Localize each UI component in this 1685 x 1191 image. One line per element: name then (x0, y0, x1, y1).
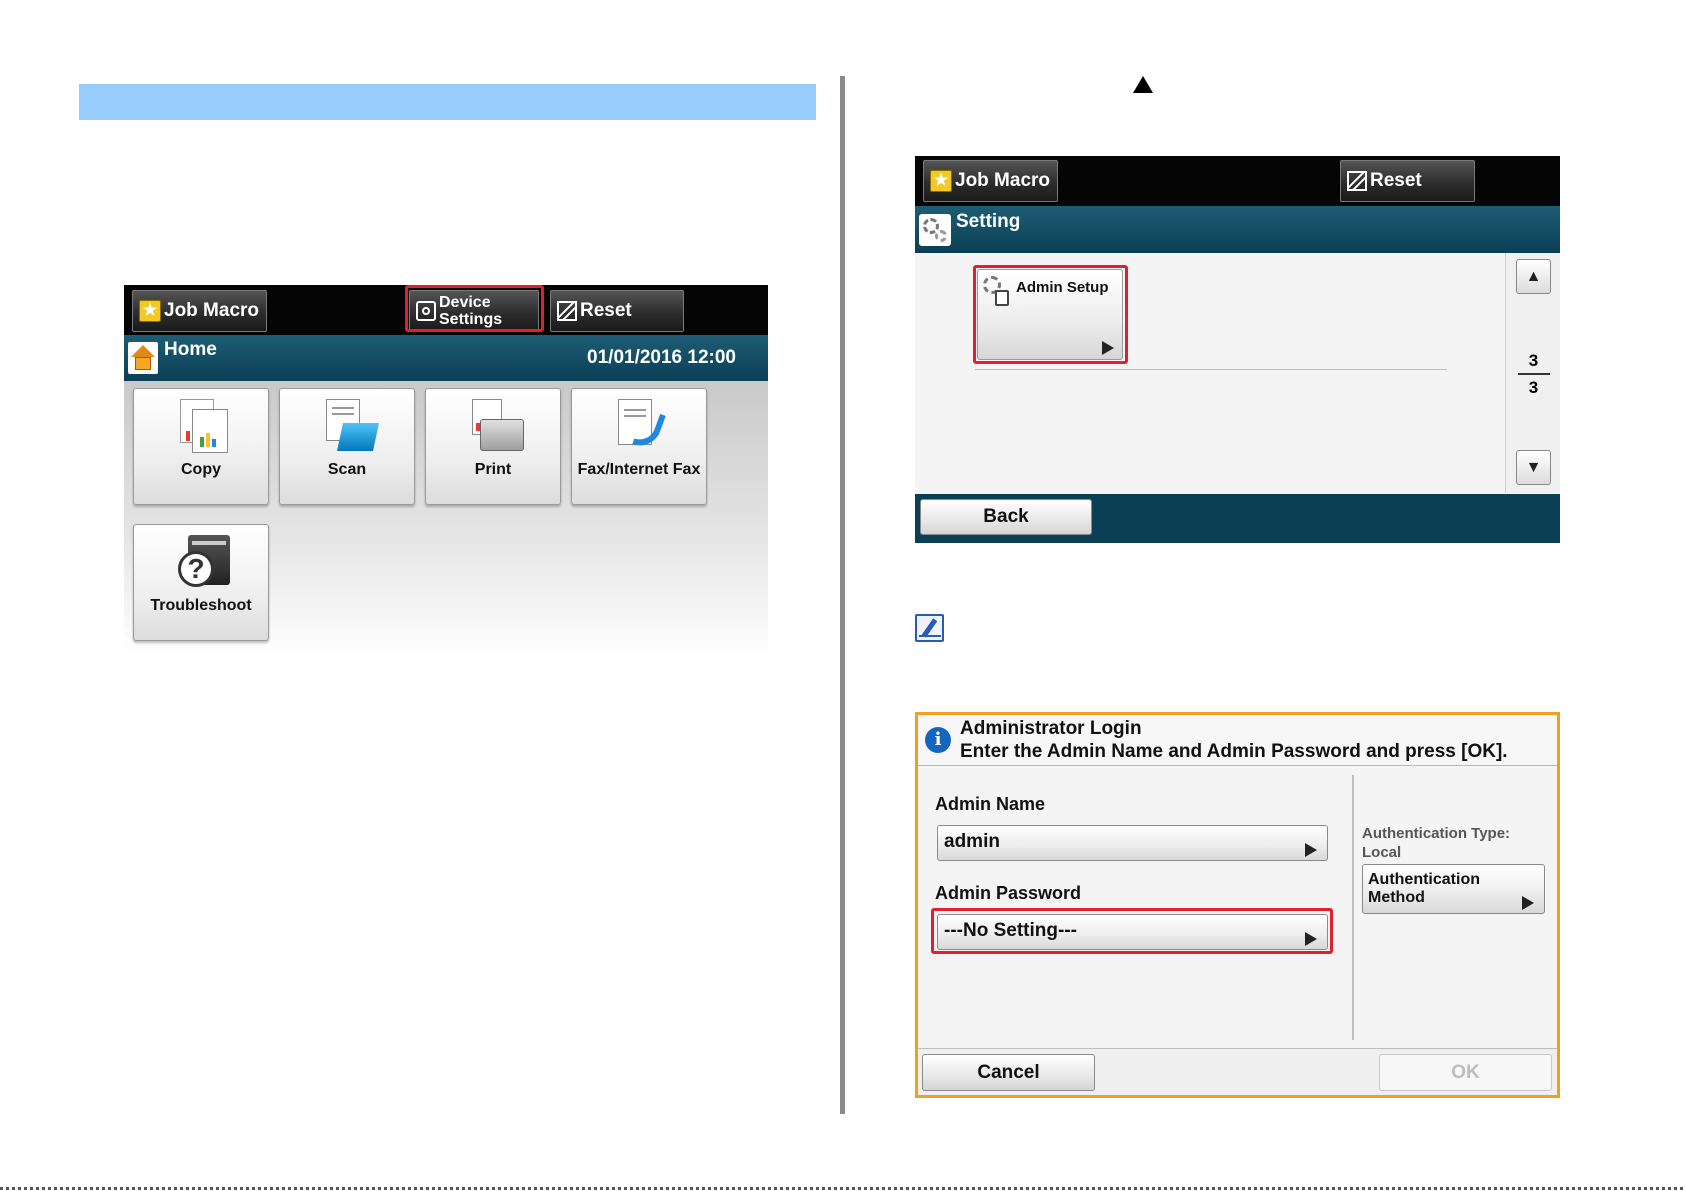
up-triangle-icon (1133, 76, 1153, 93)
setting-top-bar: ★ Job Macro Reset (915, 156, 1560, 206)
ok-label: OK (1451, 1061, 1480, 1083)
cancel-label: Cancel (977, 1061, 1040, 1083)
auth-type-label: Authentication Type: (1362, 825, 1511, 842)
reset-icon (1347, 171, 1367, 191)
dialog-message: Enter the Admin Name and Admin Password … (960, 741, 1508, 762)
admin-name-value: admin (944, 831, 1000, 852)
arrow-right-icon (1305, 843, 1317, 857)
copy-icon (178, 397, 230, 455)
print-tile[interactable]: Print (425, 388, 561, 505)
reset-button[interactable]: Reset (1340, 160, 1475, 202)
column-divider (840, 76, 845, 1114)
auth-method-label-1: Authentication (1368, 871, 1480, 888)
troubleshoot-icon: ? (178, 533, 230, 591)
scroll-down-button[interactable]: ▼ (1516, 450, 1551, 485)
ok-button[interactable]: OK (1379, 1054, 1552, 1091)
reset-label: Reset (1370, 170, 1422, 191)
footer-rule (0, 1187, 1685, 1190)
memo-pencil-icon (915, 614, 944, 642)
print-icon (470, 397, 524, 455)
admin-password-label: Admin Password (935, 883, 1082, 903)
section-header-band (79, 84, 816, 120)
scan-label: Scan (327, 461, 367, 478)
scan-icon (324, 397, 379, 455)
page-total: 3 (1528, 378, 1539, 397)
home-top-bar: ★ Job Macro Device Settings Reset (124, 285, 768, 335)
back-button[interactable]: Back (920, 499, 1092, 535)
star-icon: ★ (930, 170, 952, 192)
home-icon (128, 342, 158, 374)
cancel-button[interactable]: Cancel (922, 1054, 1095, 1091)
dialog-title: Administrator Login (960, 718, 1142, 739)
troubleshoot-tile[interactable]: ? Troubleshoot (133, 524, 269, 641)
troubleshoot-label: Troubleshoot (150, 597, 252, 614)
authentication-method-button[interactable]: Authentication Method (1362, 864, 1545, 914)
copy-tile[interactable]: Copy (133, 388, 269, 505)
home-datetime: 01/01/2016 12:00 (587, 347, 736, 368)
home-tile-area: Copy Scan Print Fax/Internet Fax ? Troub… (124, 381, 768, 655)
setting-title-bar: Setting (915, 206, 1560, 253)
scroll-column: ▲ 3 3 ▼ (1505, 253, 1560, 493)
admin-password-highlight (931, 908, 1333, 954)
admin-name-field[interactable]: admin (937, 825, 1328, 861)
job-macro-label: Job Macro (955, 170, 1051, 191)
page-divider (1518, 373, 1550, 375)
gears-icon (919, 214, 951, 246)
admin-setup-highlight (973, 265, 1128, 364)
admin-login-dialog: i Administrator Login Enter the Admin Na… (915, 712, 1560, 1098)
setting-bottom-bar: Back (915, 494, 1560, 543)
back-label: Back (983, 506, 1029, 527)
home-title: Home (164, 339, 217, 360)
reset-icon (557, 301, 577, 321)
setting-list: Admin Setup (915, 253, 1505, 493)
scan-tile[interactable]: Scan (279, 388, 415, 505)
reset-button[interactable]: Reset (550, 290, 684, 332)
auth-type-value: Local (1362, 844, 1402, 861)
home-screen: ★ Job Macro Device Settings Reset Home 0… (124, 285, 768, 655)
scroll-up-button[interactable]: ▲ (1516, 259, 1551, 294)
dialog-header: i Administrator Login Enter the Admin Na… (918, 715, 1557, 766)
setting-title: Setting (956, 211, 1021, 232)
print-label: Print (474, 461, 512, 478)
auth-method-label-2: Method (1368, 889, 1425, 906)
copy-label: Copy (181, 461, 221, 478)
device-settings-highlight (405, 285, 544, 332)
arrow-right-icon (1522, 896, 1534, 910)
list-separator (975, 369, 1447, 370)
star-icon: ★ (139, 300, 161, 322)
page-current: 3 (1528, 351, 1539, 370)
reset-label: Reset (580, 300, 632, 321)
info-icon: i (925, 727, 951, 753)
job-macro-label: Job Macro (164, 300, 260, 321)
setting-screen: ★ Job Macro Reset Setting Admin Setup ▲ … (915, 156, 1560, 543)
fax-icon (616, 397, 668, 455)
fax-label: Fax/Internet Fax (577, 461, 701, 478)
home-title-bar: Home 01/01/2016 12:00 (124, 335, 768, 381)
job-macro-button[interactable]: ★ Job Macro (923, 160, 1058, 202)
dialog-footer: Cancel OK (918, 1048, 1557, 1095)
job-macro-button[interactable]: ★ Job Macro (132, 290, 267, 332)
fax-tile[interactable]: Fax/Internet Fax (571, 388, 707, 505)
admin-name-label: Admin Name (935, 794, 1046, 814)
vertical-separator (1352, 775, 1354, 1040)
